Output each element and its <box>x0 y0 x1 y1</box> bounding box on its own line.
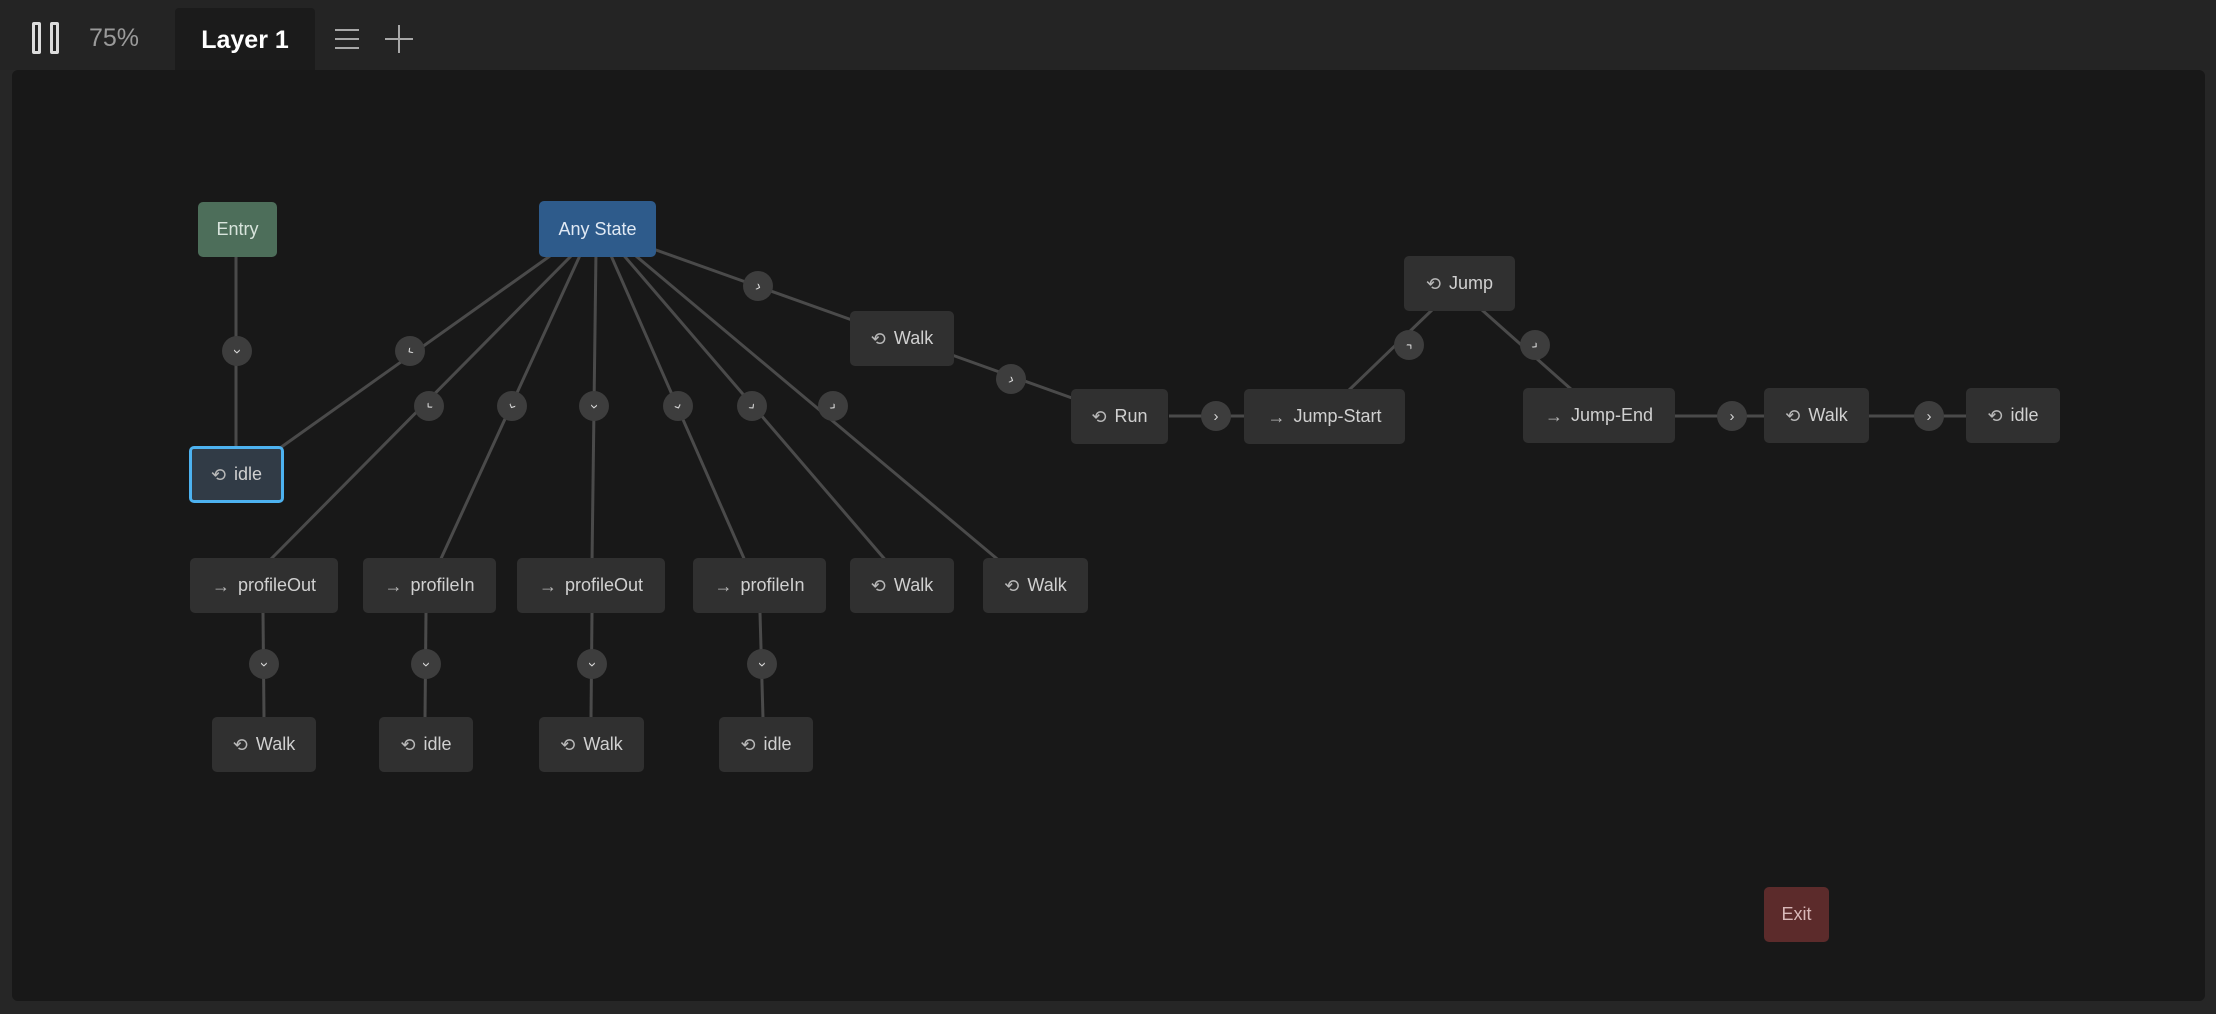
state-machine-canvas[interactable]: Entry Any State ⟲ idle ⟲ Walk ⟲ Run → Ju… <box>12 70 2205 1001</box>
exit-label: Exit <box>1781 904 1812 924</box>
transition-arrow-icon[interactable]: › <box>249 649 279 679</box>
arrow-right-icon: → <box>1267 406 1286 427</box>
transition-arrow-icon[interactable]: › <box>818 391 848 421</box>
transition-arrow-icon[interactable]: › <box>497 391 527 421</box>
transition-arrow-icon[interactable]: › <box>1394 330 1424 360</box>
jump-end-state-node[interactable]: → Jump-End <box>1523 388 1675 443</box>
loop-icon: ⟲ <box>232 734 248 755</box>
loop-icon: ⟲ <box>1785 405 1801 426</box>
any-state-node[interactable]: Any State <box>539 201 656 257</box>
arrow-right-icon: → <box>714 575 733 596</box>
idle-state-node[interactable]: ⟲ idle <box>379 717 473 772</box>
loop-icon: ⟲ <box>210 464 227 485</box>
state-label: Jump-End <box>1570 405 1654 425</box>
walk-state-node[interactable]: ⟲ Walk <box>850 558 954 613</box>
entry-node[interactable]: Entry <box>198 202 277 257</box>
state-label: idle <box>2010 405 2039 425</box>
state-label: Jump-Start <box>1293 406 1382 426</box>
state-label: profileOut <box>564 575 644 595</box>
state-label: profileIn <box>410 575 475 595</box>
state-label: Walk <box>583 734 623 754</box>
profile-in-state-node[interactable]: → profileIn <box>363 558 496 613</box>
pause-icon[interactable] <box>30 22 64 56</box>
loop-icon: ⟲ <box>870 575 886 596</box>
transition-arrow-icon[interactable]: › <box>747 649 777 679</box>
idle-state-node[interactable]: ⟲ idle <box>719 717 813 772</box>
transition-lines <box>234 243 1966 719</box>
loop-icon: ⟲ <box>870 328 886 349</box>
state-label: Walk <box>1027 575 1067 595</box>
loop-icon: ⟲ <box>400 734 416 755</box>
tab-layer-1[interactable]: Layer 1 <box>175 8 315 70</box>
arrow-right-icon: → <box>211 575 230 596</box>
state-label: profileIn <box>740 575 805 595</box>
walk-state-node[interactable]: ⟲ Walk <box>850 311 954 366</box>
state-label: idle <box>234 464 263 484</box>
state-label: Jump <box>1449 273 1494 293</box>
add-layer-icon[interactable] <box>385 25 413 53</box>
transition-arrow-icon[interactable]: › <box>1520 330 1550 360</box>
exit-node[interactable]: Exit <box>1764 887 1829 942</box>
top-toolbar: 75% Layer 1 <box>0 0 2216 70</box>
loop-icon: ⟲ <box>560 734 576 755</box>
any-state-label: Any State <box>558 218 637 239</box>
state-label: profileOut <box>237 575 317 595</box>
profile-out-state-node[interactable]: → profileOut <box>517 558 665 613</box>
arrow-right-icon: → <box>538 575 557 596</box>
walk-state-node[interactable]: ⟲ Walk <box>539 717 644 772</box>
loop-icon: ⟲ <box>740 734 756 755</box>
transition-arrow-icon[interactable]: › <box>579 391 609 421</box>
transition-arrow-icon[interactable]: › <box>414 391 444 421</box>
arrow-right-icon: → <box>384 575 403 596</box>
entry-label: Entry <box>216 219 259 239</box>
idle-state-node[interactable]: ⟲ idle <box>1966 388 2060 443</box>
menu-icon[interactable] <box>334 26 360 52</box>
state-label: Walk <box>893 575 934 595</box>
transition-arrow-icon[interactable]: › <box>411 649 441 679</box>
tab-label: Layer 1 <box>201 26 289 54</box>
transition-arrow-icon[interactable]: › <box>1201 401 1231 431</box>
jump-state-node[interactable]: ⟲ Jump <box>1404 256 1515 311</box>
state-label: Walk <box>255 734 296 754</box>
jump-start-state-node[interactable]: → Jump-Start <box>1244 389 1405 444</box>
transition-arrow-icon[interactable]: › <box>577 649 607 679</box>
state-label: Walk <box>893 328 934 348</box>
loop-icon: ⟲ <box>1091 406 1107 427</box>
loop-icon: ⟲ <box>1004 575 1020 596</box>
run-state-node[interactable]: ⟲ Run <box>1071 389 1168 444</box>
transition-arrow-icon[interactable]: › <box>395 336 425 366</box>
state-label: Walk <box>1808 405 1848 425</box>
state-label: idle <box>423 734 452 754</box>
loop-icon: ⟲ <box>1425 273 1442 294</box>
transition-arrow-icon[interactable]: › <box>663 391 693 421</box>
state-label: Run <box>1114 406 1148 426</box>
idle-state-node[interactable]: ⟲ idle <box>189 446 284 503</box>
walk-state-node[interactable]: ⟲ Walk <box>983 558 1088 613</box>
walk-state-node[interactable]: ⟲ Walk <box>212 717 316 772</box>
transition-arrow-icon[interactable]: › <box>222 336 252 366</box>
transition-arrow-icon[interactable]: › <box>1914 401 1944 431</box>
transition-arrow-icon[interactable]: › <box>743 271 773 301</box>
transition-arrow-icon[interactable]: › <box>996 364 1026 394</box>
profile-out-state-node[interactable]: → profileOut <box>190 558 338 613</box>
walk-state-node[interactable]: ⟲ Walk <box>1764 388 1869 443</box>
zoom-level[interactable]: 75% <box>89 24 139 53</box>
loop-icon: ⟲ <box>1987 405 2003 426</box>
profile-in-state-node[interactable]: → profileIn <box>693 558 826 613</box>
transition-arrow-icon[interactable]: › <box>1717 401 1747 431</box>
arrow-right-icon: → <box>1544 405 1563 426</box>
state-label: idle <box>763 734 792 754</box>
transition-arrow-icon[interactable]: › <box>737 391 767 421</box>
